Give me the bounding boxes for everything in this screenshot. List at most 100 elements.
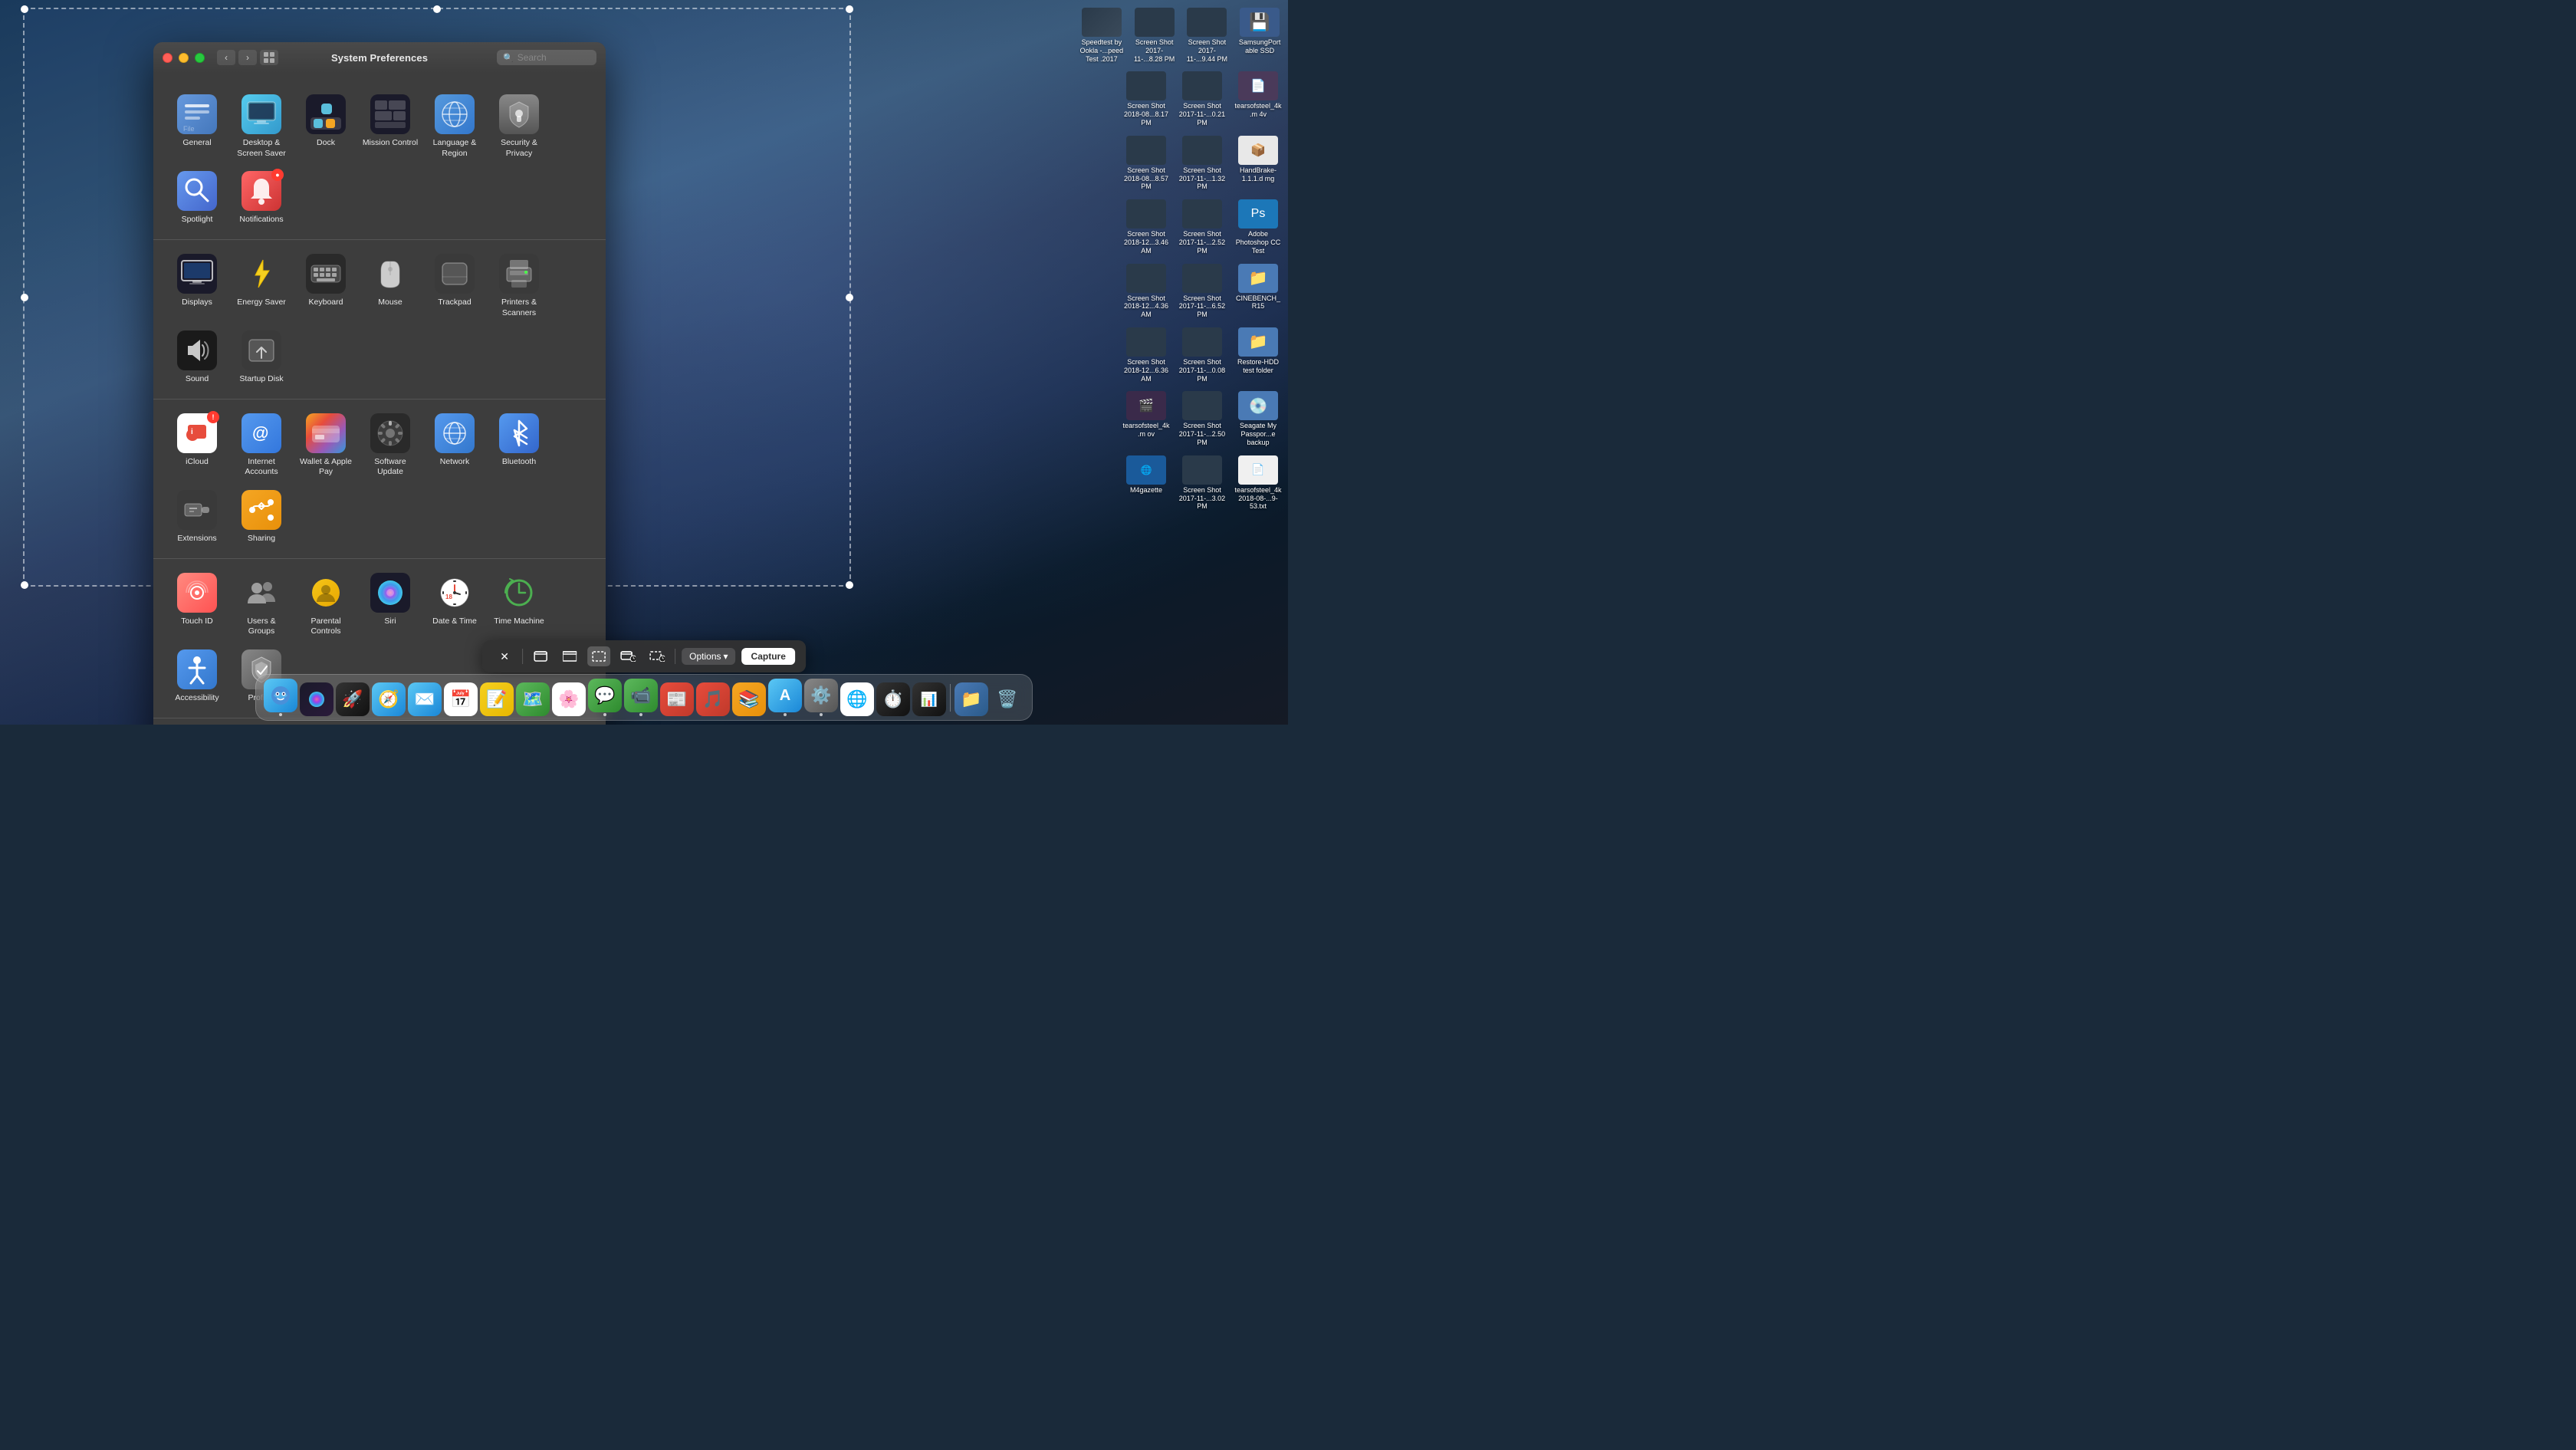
desktop-file-ss13[interactable]: Screen Shot 2017-11-...2.50 PM (1176, 389, 1228, 449)
pref-parental[interactable]: Parental Controls (294, 567, 358, 643)
dock-messages[interactable]: 💬 (588, 679, 622, 716)
window-maximize-button[interactable] (195, 53, 205, 63)
pref-timemachine[interactable]: Time Machine (487, 567, 551, 643)
grid-view-button[interactable] (260, 50, 278, 65)
window-minimize-button[interactable] (179, 53, 189, 63)
dock-sysprefs[interactable]: ⚙️ (804, 679, 838, 716)
capture-window-timed-button[interactable] (616, 646, 639, 666)
pref-datetime[interactable]: 18 Date & Time (422, 567, 487, 643)
desktop-file-ss12[interactable]: Screen Shot 2017-11-...0.08 PM (1176, 325, 1228, 385)
pref-keyboard[interactable]: Keyboard (294, 248, 358, 324)
desktop-file-photoshop[interactable]: Ps Adobe Photoshop CC Test (1232, 197, 1284, 257)
pref-sharing[interactable]: Sharing (229, 484, 294, 551)
dock-maps[interactable]: 🗺️ (516, 682, 550, 716)
pref-users[interactable]: Users & Groups (229, 567, 294, 643)
window-close-button[interactable] (163, 53, 172, 63)
desktop-file-tears1[interactable]: 📄 tearsofsteel_4k.m 4v (1232, 69, 1284, 129)
dock-calendar[interactable]: 📅 (444, 682, 478, 716)
handle-bottom-left[interactable] (21, 581, 28, 589)
dock-launchpad[interactable]: 🚀 (336, 682, 370, 716)
pref-mouse[interactable]: Mouse (358, 248, 422, 324)
dock-notes[interactable]: 📝 (480, 682, 514, 716)
desktop-file-ss3[interactable]: Screen Shot 2018-08...8.17 PM (1120, 69, 1172, 129)
desktop-file-tears2[interactable]: 🎬 tearsofsteel_4k.m ov (1120, 389, 1172, 449)
dock-news[interactable]: 📰 (660, 682, 694, 716)
pref-startup[interactable]: Startup Disk (229, 324, 294, 391)
dock-safari[interactable]: 🧭 (372, 682, 406, 716)
handle-bottom-right[interactable] (846, 581, 853, 589)
desktop-file-ss5[interactable]: Screen Shot 2018-08...8.57 PM (1120, 133, 1172, 193)
search-box[interactable]: 🔍 (497, 50, 596, 65)
handle-top-left[interactable] (21, 5, 28, 13)
desktop-file-ss10[interactable]: Screen Shot 2017-11-...6.52 PM (1176, 261, 1228, 321)
dock-speedtest[interactable]: ⏱️ (876, 682, 910, 716)
pref-security[interactable]: Security & Privacy (487, 88, 551, 165)
search-input[interactable] (518, 52, 590, 63)
dock-appstore[interactable]: A (768, 679, 802, 716)
handle-middle-right[interactable] (846, 294, 853, 301)
pref-network[interactable]: Network (422, 407, 487, 484)
dock-finder[interactable] (264, 679, 297, 716)
pref-extensions[interactable]: Extensions (165, 484, 229, 551)
pref-software[interactable]: Software Update (358, 407, 422, 484)
pref-language[interactable]: Language & Region (422, 88, 487, 165)
pref-displays[interactable]: Displays (165, 248, 229, 324)
nav-forward-button[interactable]: › (238, 50, 257, 65)
pref-accessibility[interactable]: Accessibility (165, 643, 229, 710)
pref-general[interactable]: File General (165, 88, 229, 165)
pref-energy[interactable]: Energy Saver (229, 248, 294, 324)
desktop-file-handbrake[interactable]: 📦 HandBrake-1.1.1.d mg (1232, 133, 1284, 193)
dock-music[interactable]: 🎵 (696, 682, 730, 716)
desktop-file-ss14[interactable]: Screen Shot 2017-11-...3.02 PM (1176, 453, 1228, 513)
handle-top-right[interactable] (846, 5, 853, 13)
desktop-file-ss11[interactable]: Screen Shot 2018-12...6.36 AM (1120, 325, 1172, 385)
dock-photos[interactable]: 🌸 (552, 682, 586, 716)
options-button[interactable]: Options ▾ (682, 648, 735, 665)
dock-chrome[interactable]: 🌐 (840, 682, 874, 716)
desktop-file-ss6[interactable]: Screen Shot 2017-11-...1.32 PM (1176, 133, 1228, 193)
pref-dock[interactable]: Dock (294, 88, 358, 165)
handle-top-center[interactable] (433, 5, 441, 13)
pref-wallet[interactable]: Wallet & Apple Pay (294, 407, 358, 484)
pref-spotlight[interactable]: Spotlight (165, 165, 229, 232)
desktop-file-ss7[interactable]: Screen Shot 2018-12...3.46 AM (1120, 197, 1172, 257)
pref-icloud[interactable]: i ! iCloud (165, 407, 229, 484)
capture-close-button[interactable]: ✕ (493, 646, 516, 666)
desktop-file-ss9[interactable]: Screen Shot 2018-12...4.36 AM (1120, 261, 1172, 321)
capture-screen-button[interactable] (558, 646, 581, 666)
desktop-file-restore[interactable]: 📁 Restore-HDD test folder (1232, 325, 1284, 385)
pref-siri[interactable]: Siri (358, 567, 422, 643)
pref-trackpad[interactable]: Trackpad (422, 248, 487, 324)
desktop-file-ss2[interactable]: Screen Shot 2017-11-...9.44 PM (1183, 5, 1232, 65)
pref-touchid[interactable]: Touch ID (165, 567, 229, 643)
handle-middle-left[interactable] (21, 294, 28, 301)
desktop-file-ss8[interactable]: Screen Shot 2017-11-...2.52 PM (1176, 197, 1228, 257)
desktop-file-tears-txt[interactable]: 📄 tearsofsteel_4k 2018-08-...9-53.txt (1232, 453, 1284, 513)
capture-selection-button[interactable] (587, 646, 610, 666)
pref-printers[interactable]: Printers & Scanners (487, 248, 551, 324)
desktop-file-m4gazette[interactable]: 🌐 M4gazette (1120, 453, 1172, 513)
pref-sound[interactable]: Sound (165, 324, 229, 391)
dock-siri[interactable] (300, 682, 334, 716)
nav-back-button[interactable]: ‹ (217, 50, 235, 65)
desktop-file-cinebench[interactable]: 📁 CINEBENCH_R15 (1232, 261, 1284, 321)
desktop-file-speedtest[interactable]: Speedtest by Ookla -...peed Test .2017 (1077, 5, 1126, 65)
dock-facetime[interactable]: 📹 (624, 679, 658, 716)
desktop-file-seagate[interactable]: 💿 Seagate My Passpor...e backup (1232, 389, 1284, 449)
pref-bluetooth[interactable]: Bluetooth (487, 407, 551, 484)
capture-selection-timed-button[interactable] (646, 646, 669, 666)
desktop-file-ss4[interactable]: Screen Shot 2017-11-...0.21 PM (1176, 69, 1228, 129)
dock-mail[interactable]: ✉️ (408, 682, 442, 716)
pref-internet[interactable]: @ Internet Accounts (229, 407, 294, 484)
dock-istat[interactable]: 📊 (912, 682, 946, 716)
desktop-file-ss1[interactable]: Screen Shot 2017-11-...8.28 PM (1130, 5, 1179, 65)
dock-books[interactable]: 📚 (732, 682, 766, 716)
capture-window-button[interactable] (529, 646, 552, 666)
capture-button[interactable]: Capture (742, 648, 795, 665)
dock-downloads[interactable]: 📁 (955, 682, 988, 716)
desktop-file-samsung[interactable]: 💾 SamsungPortable SSD (1235, 5, 1284, 65)
pref-notifications[interactable]: ● Notifications (229, 165, 294, 232)
pref-mission[interactable]: Mission Control (358, 88, 422, 165)
dock-trash[interactable]: 🗑️ (991, 682, 1024, 716)
pref-desktop[interactable]: Desktop & Screen Saver (229, 88, 294, 165)
